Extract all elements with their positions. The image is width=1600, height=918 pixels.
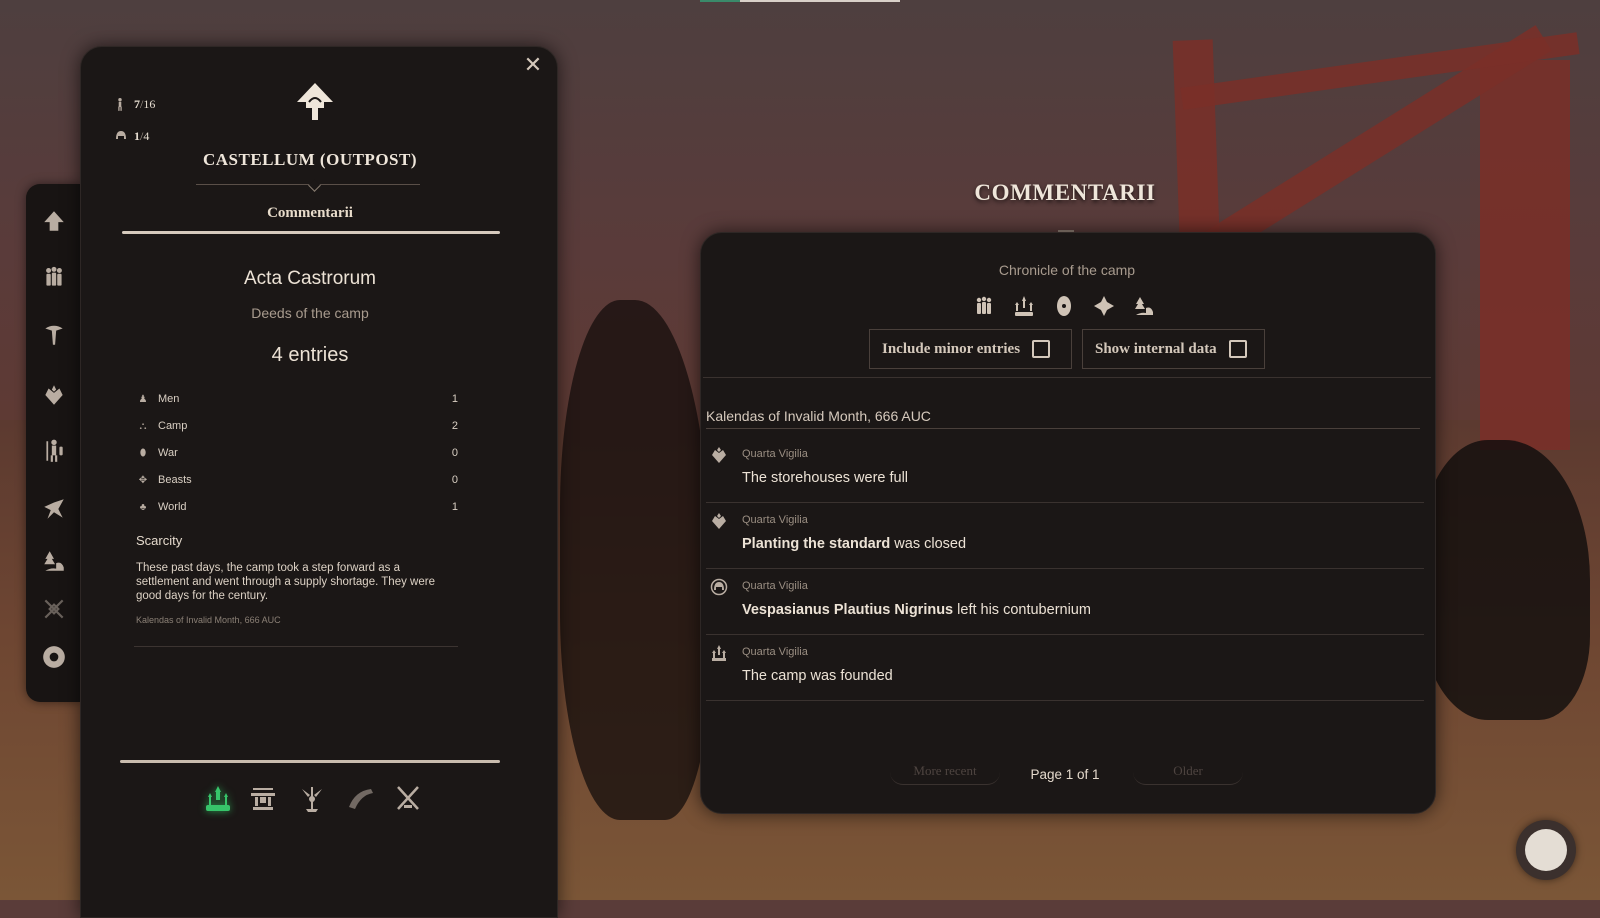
build-nav-icon[interactable] xyxy=(39,320,69,350)
category-row-beasts: ✥ Beasts 0 xyxy=(136,471,458,489)
checkbox-box[interactable] xyxy=(1228,340,1247,358)
close-icon[interactable]: ✕ xyxy=(522,54,544,76)
camp-tab-icon[interactable] xyxy=(201,782,235,816)
panel-notch xyxy=(1058,230,1074,232)
figure-shadow xyxy=(560,300,710,820)
harvest-icon xyxy=(710,512,728,530)
scarcity-title: Scarcity xyxy=(136,533,183,548)
camp-icon xyxy=(710,644,728,662)
camp-icon: ⛬ xyxy=(139,420,147,432)
wooden-beam xyxy=(1480,60,1570,450)
category-name: Men xyxy=(158,393,180,405)
show-internal-label: Show internal data xyxy=(1095,340,1217,357)
checkbox-box[interactable] xyxy=(1032,340,1051,358)
category-name: Beasts xyxy=(158,474,192,486)
log-entry: Quarta Vigilia The storehouses were full xyxy=(706,436,1424,503)
camp-title: CASTELLUM (OUTPOST) xyxy=(203,150,417,169)
beasts-icon: ✥ xyxy=(138,474,148,486)
men-icon: ♟ xyxy=(138,393,148,405)
world-filter-icon[interactable] xyxy=(1130,292,1158,320)
men-max: 16 xyxy=(143,96,156,111)
scarcity-text: These past days, the camp took a step fo… xyxy=(136,562,435,602)
camp-nav-icon[interactable] xyxy=(39,206,69,236)
log-entry: Quarta Vigilia Vespasianus Plautius Nigr… xyxy=(706,568,1424,635)
beasts-filter-icon[interactable] xyxy=(1090,292,1118,320)
entry-time: Quarta Vigilia xyxy=(742,448,808,460)
tab-underline xyxy=(122,231,500,234)
tools-nav-icon[interactable] xyxy=(39,494,69,524)
category-value: 1 xyxy=(451,501,458,513)
date-header: Kalendas of Invalid Month, 666 AUC xyxy=(706,408,931,424)
older-button[interactable]: Older xyxy=(1133,758,1243,785)
shield-icon: ⬮ xyxy=(139,447,147,459)
commentarii-heading: COMMENTARII xyxy=(974,180,1156,205)
compass-nav-icon[interactable] xyxy=(39,642,69,672)
divider xyxy=(703,377,1431,378)
divider xyxy=(706,428,1420,429)
category-value: 0 xyxy=(451,474,458,486)
entries-count: 4 entries xyxy=(271,344,349,366)
soldier-nav-icon[interactable] xyxy=(39,436,69,466)
action-round-button[interactable] xyxy=(1516,820,1576,880)
category-name: War xyxy=(158,447,178,459)
helmet-icon xyxy=(114,128,128,144)
bottom-divider xyxy=(120,760,500,763)
camp-filter-icon[interactable] xyxy=(1010,292,1038,320)
entry-time: Quarta Vigilia xyxy=(742,580,808,592)
men-filter-icon[interactable] xyxy=(970,292,998,320)
horn-tab-icon[interactable] xyxy=(344,782,378,816)
include-minor-label: Include minor entries xyxy=(882,340,1021,357)
entry-text: Vespasianus Plautius Nigrinus left his c… xyxy=(742,602,1091,618)
entry-text: Planting the standard was closed xyxy=(742,536,967,552)
entry-time: Quarta Vigilia xyxy=(742,646,808,658)
category-row-camp: ⛬ Camp 2 xyxy=(136,417,459,435)
top-progress-bar xyxy=(700,0,900,2)
tab-commentarii[interactable]: Commentarii xyxy=(120,205,500,222)
altar-tab-icon[interactable] xyxy=(246,782,280,816)
category-row-men: ♟ Men 1 xyxy=(136,390,458,408)
men-capacity: 7/16 xyxy=(114,96,155,112)
dog-shadow xyxy=(1420,440,1590,720)
page-indicator: Page 1 of 1 xyxy=(1030,767,1100,782)
category-name: World xyxy=(158,501,187,513)
side-navigation-rail xyxy=(26,184,82,702)
action-button-knob xyxy=(1525,829,1567,871)
category-filters xyxy=(970,292,1158,320)
acta-title: Acta Castrorum xyxy=(244,268,376,289)
shield-filter-icon[interactable] xyxy=(1050,292,1078,320)
entry-text: The storehouses were full xyxy=(742,470,909,486)
standard-tab-icon[interactable] xyxy=(295,782,329,816)
helmet-icon xyxy=(710,578,728,596)
show-internal-checkbox[interactable]: Show internal data xyxy=(1082,329,1265,369)
category-value: 0 xyxy=(451,447,458,459)
slot-capacity: 1/4 xyxy=(114,128,149,144)
log-entry: Quarta Vigilia Planting the standard was… xyxy=(706,502,1424,569)
log-entry: Quarta Vigilia The camp was founded xyxy=(706,634,1424,701)
category-value: 2 xyxy=(451,420,458,432)
more-recent-button[interactable]: More recent xyxy=(890,758,1000,785)
category-name: Camp xyxy=(158,420,188,432)
soldier-icon xyxy=(114,96,128,112)
entry-time: Quarta Vigilia xyxy=(742,514,808,526)
entry-text: The camp was founded xyxy=(742,668,893,684)
acta-subtitle: Deeds of the camp xyxy=(251,305,369,321)
include-minor-checkbox[interactable]: Include minor entries xyxy=(869,329,1072,369)
castellum-emblem-icon xyxy=(293,80,337,124)
category-value: 1 xyxy=(451,393,458,405)
scarcity-date: Kalendas of Invalid Month, 666 AUC xyxy=(136,615,281,625)
chronicle-subtitle: Chronicle of the camp xyxy=(998,262,1136,278)
category-row-world: ♣ World 1 xyxy=(136,498,458,516)
crossed-swords-tab-icon[interactable] xyxy=(391,782,425,816)
crossed-swords-nav-icon[interactable] xyxy=(39,594,69,624)
category-row-war: ⬮ War 0 xyxy=(136,444,458,462)
harvest-nav-icon[interactable] xyxy=(39,380,69,410)
world-icon: ♣ xyxy=(139,501,147,513)
slots-max: 4 xyxy=(143,128,150,143)
divider xyxy=(134,646,458,647)
harvest-icon xyxy=(710,446,728,464)
world-nav-icon[interactable] xyxy=(39,546,69,576)
men-nav-icon[interactable] xyxy=(39,262,69,292)
